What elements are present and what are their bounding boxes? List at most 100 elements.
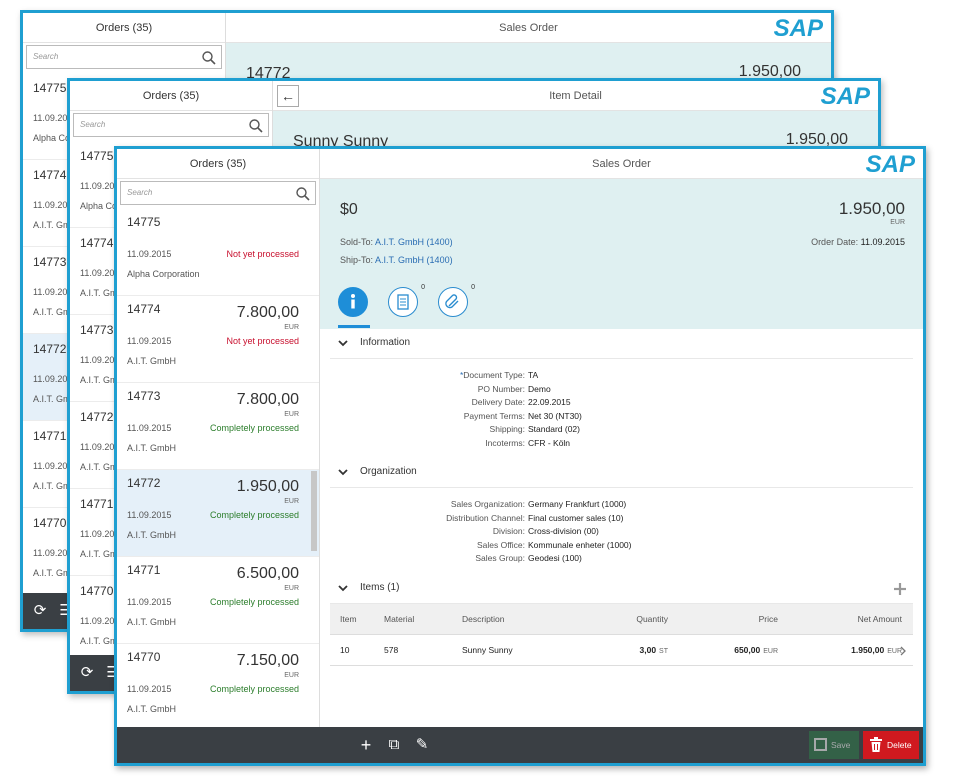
order-amount: 7.150,00 — [236, 652, 299, 669]
order-number: 14774 — [80, 236, 114, 250]
order-number: 14771 — [80, 497, 114, 511]
add-icon[interactable] — [893, 582, 907, 596]
chevron-down-icon[interactable] — [338, 338, 348, 348]
attachments-count: 0 — [471, 284, 475, 291]
customer-name: A.I.T. GmbH — [127, 617, 177, 627]
search-icon[interactable] — [248, 118, 264, 134]
paperclip-icon — [445, 294, 459, 309]
order-status: Not yet processed — [226, 249, 299, 259]
field-value: Kommunale enheter (1000) — [528, 539, 632, 550]
cell-price: 650,00 EUR — [734, 644, 778, 655]
save-icon — [814, 738, 827, 751]
customer-name: A.I.T. Gm — [80, 288, 118, 298]
section-header-items[interactable]: Items (1) — [330, 574, 913, 604]
ship-to-link[interactable]: A.I.T. GmbH (1400) — [375, 255, 453, 265]
tab-notes[interactable]: 0 — [388, 284, 425, 317]
order-date: 11.09.20 — [80, 616, 115, 626]
field-value: Final customer sales (10) — [528, 512, 624, 523]
list-item[interactable]: 14774 7.800,00 EUR 11.09.2015 Not yet pr… — [117, 296, 319, 383]
field-label: *Document Type: — [459, 370, 525, 380]
customer-name: A.I.T. Gm — [33, 568, 71, 578]
order-number: 14775 — [80, 149, 114, 163]
refresh-icon[interactable]: ⟳ — [78, 664, 96, 682]
order-date: 11.09.20 — [80, 268, 115, 278]
order-number: 14770 — [33, 516, 67, 530]
list-item[interactable]: 14773 7.800,00 EUR 11.09.2015 Completely… — [117, 383, 319, 470]
copy-icon[interactable]: ⧉ — [385, 736, 403, 754]
object-amount: 1.950,00 — [838, 199, 905, 218]
back2-master-title: Orders (35) — [70, 81, 272, 111]
sold-to-link[interactable]: A.I.T. GmbH (1400) — [375, 237, 453, 247]
order-date: 11.09.2015 — [127, 510, 172, 520]
sap-logo: SAP — [773, 15, 823, 42]
object-currency: EUR — [890, 219, 905, 226]
section-header-organization[interactable]: Organization — [330, 458, 913, 488]
scrollbar-thumb[interactable] — [311, 471, 317, 551]
list-scrollbar[interactable] — [311, 211, 317, 731]
ship-to-attribute: Ship-To: A.I.T. GmbH (1400) — [340, 255, 453, 265]
column-header: Quantity — [636, 613, 668, 624]
field-label: Delivery Date: — [471, 397, 525, 407]
back2-search-placeholder: Search — [80, 120, 106, 129]
tab-information[interactable] — [338, 287, 368, 317]
field-label: Division: — [492, 526, 525, 536]
column-header: Net Amount — [857, 613, 902, 624]
order-date: 11.09.20 — [33, 200, 68, 210]
back1-search-input[interactable]: Search — [26, 45, 222, 69]
search-icon[interactable] — [295, 186, 311, 202]
order-date: 11.09.20 — [80, 529, 115, 539]
detail-page: Sales Order $0 1.950,00 EUR Sold-To: A.I… — [117, 149, 923, 763]
delete-button[interactable]: Delete — [863, 731, 919, 759]
list-item[interactable]: 14771 6.500,00 EUR 11.09.2015 Completely… — [117, 557, 319, 644]
sap-logo: SAP — [865, 151, 915, 178]
field-label: Incoterms: — [485, 437, 525, 448]
order-date: 11.09.2015 — [127, 336, 172, 346]
field-value: Geodesi (100) — [528, 553, 582, 563]
order-number: 14774 — [33, 168, 67, 182]
save-button[interactable]: Save — [809, 731, 859, 759]
add-icon[interactable]: + — [357, 736, 375, 754]
order-date-attribute: Order Date: 11.09.2015 — [811, 237, 905, 247]
form-row: *Document Type: TA — [320, 369, 923, 383]
edit-icon[interactable]: ✎ — [413, 736, 431, 754]
search-icon[interactable] — [201, 50, 217, 66]
customer-name: A.I.T. Gm — [80, 375, 118, 385]
tab-attachments[interactable]: 0 — [438, 284, 475, 317]
order-date: 11.09.20 — [33, 287, 68, 297]
list-item-selected[interactable]: 14772 1.950,00 EUR 11.09.2015 Completely… — [117, 470, 319, 557]
table-row[interactable]: 10 578 Sunny Sunny 3,00 ST 650,00 EUR 1.95… — [330, 635, 913, 666]
chevron-right-icon[interactable] — [899, 646, 907, 656]
chevron-down-icon[interactable] — [338, 467, 348, 477]
back2-detail-title: Item Detail — [273, 81, 878, 111]
customer-name: A.I.T. Gm — [33, 394, 71, 404]
cell-quantity: 3,00 ST — [639, 644, 669, 655]
detail-footer-toolbar: + ⧉ ✎ Save Delete — [117, 727, 923, 763]
list-item[interactable]: 14775 11.09.2015 Not yet processed Alpha… — [117, 209, 319, 296]
cell-description: Sunny Sunny — [462, 644, 513, 655]
section-title: Items (1) — [360, 581, 400, 593]
back-arrow-icon[interactable]: ← — [277, 85, 299, 107]
form-row: Delivery Date: 22.09.2015 — [320, 396, 923, 410]
order-date: 11.09.20 — [33, 374, 68, 384]
refresh-icon[interactable]: ⟳ — [31, 602, 49, 620]
order-date: 11.09.2015 — [127, 684, 172, 694]
field-label: Sales Group: — [475, 553, 525, 563]
order-date: 11.09.2015 — [127, 423, 172, 433]
chevron-down-icon[interactable] — [338, 583, 348, 593]
order-date: 11.09.2015 — [127, 597, 172, 607]
form-row: Payment Terms: Net 30 (NT30) — [320, 410, 923, 424]
search-input[interactable]: Search — [120, 181, 316, 205]
customer-name: Alpha Co — [33, 133, 71, 143]
items-table: Item Material Description Quantity Price… — [330, 603, 913, 666]
column-header: Price — [758, 613, 778, 624]
order-number: 14770 — [80, 584, 114, 598]
form-row: Shipping: Standard (02) — [320, 423, 923, 437]
list-item[interactable]: 14770 7.150,00 EUR 11.09.2015 Completely… — [117, 644, 319, 727]
form-row: Sales Group: Geodesi (100) — [320, 552, 923, 566]
field-label: Payment Terms: — [463, 410, 525, 421]
back2-search-input[interactable]: Search — [73, 113, 269, 137]
customer-name: A.I.T. GmbH — [127, 704, 177, 714]
order-date: 11.09.20 — [33, 461, 68, 471]
field-label: Sales Office: — [476, 539, 525, 550]
section-header-information[interactable]: Information — [330, 329, 913, 359]
